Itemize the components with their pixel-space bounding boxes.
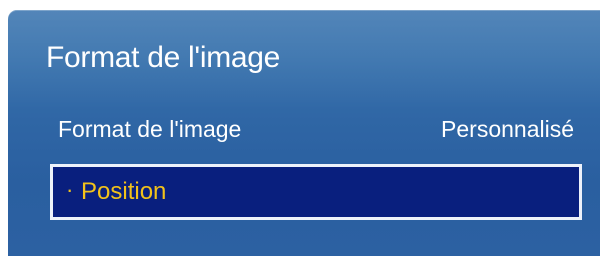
menu-item-label: Format de l'image bbox=[58, 116, 242, 142]
panel-title: Format de l'image bbox=[46, 41, 281, 74]
menu-item-label: Position bbox=[81, 178, 167, 205]
menu-item-value: Personnalisé bbox=[441, 116, 574, 142]
bullet-icon: · bbox=[66, 177, 74, 202]
menu-item-picture-format[interactable]: Format de l'image Personnalisé bbox=[56, 112, 582, 152]
picture-format-panel: Format de l'image Format de l'image Pers… bbox=[8, 10, 600, 256]
menu-item-position[interactable]: · Position bbox=[50, 164, 582, 220]
